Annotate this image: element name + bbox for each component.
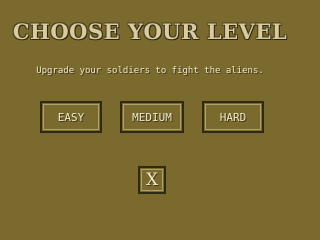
level-select-screen: CHOOSE YOUR LEVEL Upgrade your soldiers … [0,0,300,200]
hard-button[interactable]: HARD [202,101,264,133]
easy-button[interactable]: EASY [40,101,102,133]
screen-title: CHOOSE YOUR LEVEL [12,19,288,44]
medium-button[interactable]: MEDIUM [120,101,184,133]
screen-subtitle: Upgrade your soldiers to fight the alien… [36,66,264,76]
close-button[interactable]: X [138,166,166,194]
